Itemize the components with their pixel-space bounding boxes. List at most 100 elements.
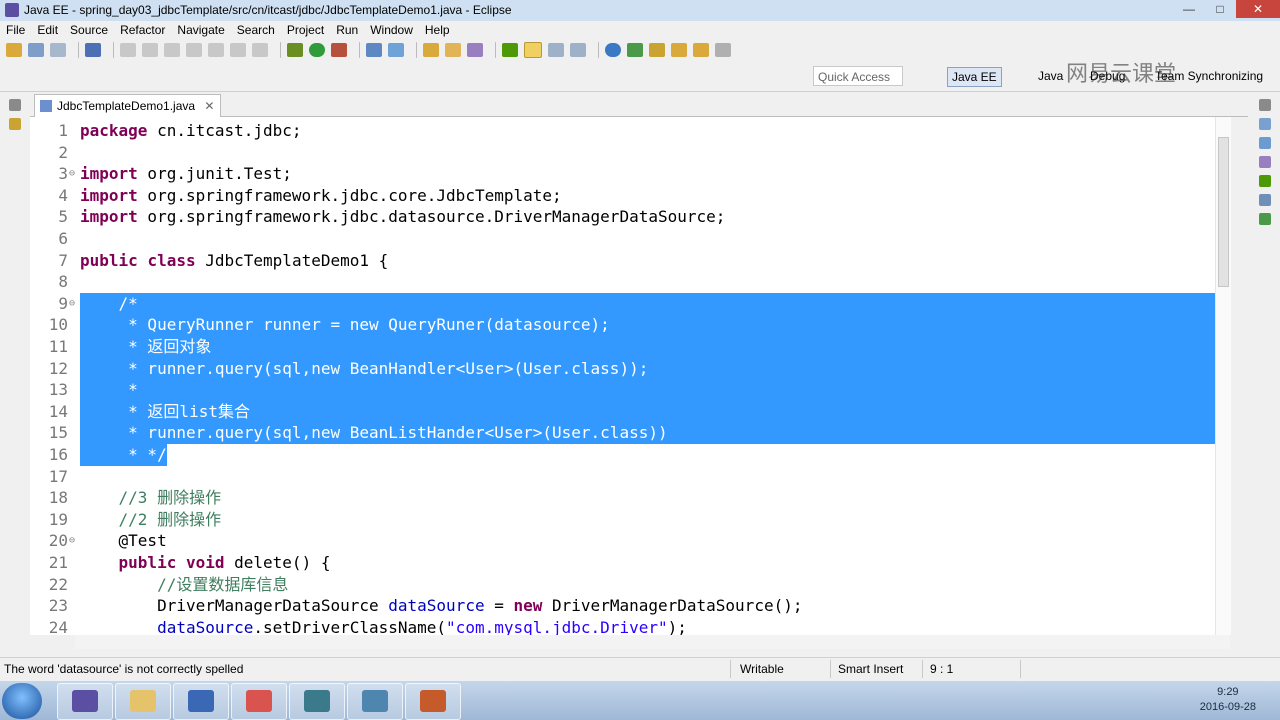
menu-help[interactable]: Help: [419, 21, 456, 39]
code-line[interactable]: 20 ⊖ @Test: [30, 530, 1216, 552]
taskbar-eclipse[interactable]: [57, 683, 113, 720]
scrollbar-thumb[interactable]: [1218, 137, 1229, 287]
menu-edit[interactable]: Edit: [31, 21, 64, 39]
step-into-icon[interactable]: [208, 43, 224, 57]
debug-resume-icon[interactable]: [120, 43, 136, 57]
editor-tab[interactable]: JdbcTemplateDemo1.java ✕: [34, 94, 222, 117]
perspective-java-ee[interactable]: Java EE: [947, 67, 1002, 87]
code-line[interactable]: 17: [30, 466, 1216, 488]
code-line[interactable]: 16 * */: [30, 444, 1216, 466]
code-line[interactable]: 2: [30, 142, 1216, 164]
code-line[interactable]: 5 import org.springframework.jdbc.datasou…: [30, 206, 1216, 228]
code-line[interactable]: 3 ⊖ import org.junit.Test;: [30, 163, 1216, 185]
code-line[interactable]: 10 * QueryRunner runner = new QueryRuner…: [49, 314, 1215, 336]
mark-occurrences-icon[interactable]: [524, 42, 542, 58]
line-number: 10: [48, 315, 68, 335]
horizontal-scrollbar[interactable]: [75, 635, 1230, 649]
code-token: //2 删除操作: [118, 509, 222, 529]
taskbar-explorer[interactable]: [115, 683, 171, 720]
code-line[interactable]: 8: [30, 271, 1216, 293]
suspend-icon[interactable]: [142, 43, 158, 57]
taskbar-app[interactable]: [289, 683, 345, 720]
new-class-icon[interactable]: [388, 43, 404, 57]
task-list-icon[interactable]: [1259, 137, 1271, 149]
code-line[interactable]: 9 ⊖ /*: [58, 292, 1215, 315]
code-line[interactable]: 19 //2 删除操作: [30, 509, 1216, 531]
code-line[interactable]: 6: [30, 228, 1216, 250]
forward-icon[interactable]: [715, 43, 731, 57]
system-tray[interactable]: [1025, 683, 1185, 719]
step-return-icon[interactable]: [252, 43, 268, 57]
code-line[interactable]: 13 *: [49, 379, 1215, 401]
taskbar-powerpoint[interactable]: [405, 683, 461, 720]
taskbar-snipping[interactable]: [231, 683, 287, 720]
snippets-icon[interactable]: [1259, 213, 1271, 225]
close-icon[interactable]: ✕: [204, 99, 214, 113]
menu-project[interactable]: Project: [281, 21, 330, 39]
menu-source[interactable]: Source: [64, 21, 114, 39]
code-line[interactable]: 7 public class JdbcTemplateDemo1 {: [30, 250, 1216, 272]
code-editor[interactable]: 1 package cn.itcast.jdbc; 2 3 ⊖ import org.ju…: [30, 117, 1230, 635]
maximize-button[interactable]: □: [1205, 0, 1235, 18]
restore-icon[interactable]: [9, 99, 21, 111]
back-icon[interactable]: [693, 43, 709, 57]
code-line[interactable]: 15 * runner.query(sql,new BeanListHander…: [49, 422, 1215, 444]
block-selection-icon[interactable]: [548, 43, 564, 57]
toggle-breadcrumb-icon[interactable]: [502, 43, 518, 57]
last-edit-location-icon[interactable]: [671, 43, 687, 57]
menu-navigate[interactable]: Navigate: [171, 21, 230, 39]
menu-file[interactable]: File: [0, 21, 31, 39]
fold-toggle-icon[interactable]: ⊖: [69, 163, 75, 185]
open-type-icon[interactable]: [423, 43, 439, 57]
markers-icon[interactable]: [1259, 156, 1271, 168]
quick-access-input[interactable]: Quick Access: [813, 66, 903, 86]
vertical-scrollbar[interactable]: [1215, 117, 1231, 635]
fold-toggle-icon[interactable]: ⊖: [69, 530, 75, 552]
show-whitespace-icon[interactable]: [570, 43, 586, 57]
print-icon[interactable]: [85, 43, 101, 57]
code-line[interactable]: 18 //3 删除操作: [30, 487, 1216, 509]
open-resource-icon[interactable]: [445, 43, 461, 57]
save-all-icon[interactable]: [50, 43, 66, 57]
save-icon[interactable]: [28, 43, 44, 57]
perspective-java[interactable]: Java: [1038, 67, 1063, 85]
code-line[interactable]: 24 dataSource.setDriverClassName("com.my…: [30, 617, 1216, 635]
code-line[interactable]: 1 package cn.itcast.jdbc;: [30, 120, 1216, 142]
code-line[interactable]: 23 DriverManagerDataSource dataSource = …: [30, 595, 1216, 617]
disconnect-icon[interactable]: [186, 43, 202, 57]
menu-window[interactable]: Window: [364, 21, 419, 39]
menu-run[interactable]: Run: [330, 21, 364, 39]
debug-icon[interactable]: [287, 43, 303, 57]
code-line[interactable]: 4 import org.springframework.jdbc.core.Jd…: [30, 185, 1216, 207]
code-line[interactable]: 22 //设置数据库信息: [30, 574, 1216, 596]
package-explorer-icon[interactable]: [9, 118, 21, 130]
line-number: 11: [48, 337, 68, 356]
terminate-icon[interactable]: [164, 43, 180, 57]
external-tools-icon[interactable]: [331, 43, 347, 57]
restore-icon[interactable]: [1259, 99, 1271, 111]
taskbar-mysql[interactable]: [347, 683, 403, 720]
code-line[interactable]: 12 * runner.query(sql,new BeanHandler<Us…: [49, 357, 1215, 380]
new-icon[interactable]: [6, 43, 22, 57]
next-annotation-icon[interactable]: [627, 43, 643, 57]
outline-icon[interactable]: [1259, 118, 1271, 130]
code-line[interactable]: 11 * 返回对象: [49, 336, 1215, 358]
step-over-icon[interactable]: [230, 43, 246, 57]
code-line[interactable]: 21 public void delete() {: [30, 552, 1216, 574]
close-button[interactable]: ✕: [1236, 0, 1280, 18]
web-browser-icon[interactable]: [605, 43, 621, 57]
minimize-button[interactable]: —: [1174, 0, 1204, 18]
console-icon[interactable]: [1259, 194, 1271, 206]
servers-icon[interactable]: [1259, 175, 1271, 187]
menu-refactor[interactable]: Refactor: [114, 21, 171, 39]
clock[interactable]: 9:29 2016-09-28: [1200, 685, 1256, 715]
menu-search[interactable]: Search: [231, 21, 281, 39]
new-java-project-icon[interactable]: [366, 43, 382, 57]
run-icon[interactable]: [309, 43, 325, 57]
search-icon[interactable]: [467, 43, 483, 57]
start-button[interactable]: [2, 683, 42, 719]
code-line[interactable]: 14 * 返回list集合: [49, 400, 1215, 423]
taskbar-word[interactable]: [173, 683, 229, 720]
previous-annotation-icon[interactable]: [649, 43, 665, 57]
fold-toggle-icon[interactable]: ⊖: [69, 293, 75, 315]
